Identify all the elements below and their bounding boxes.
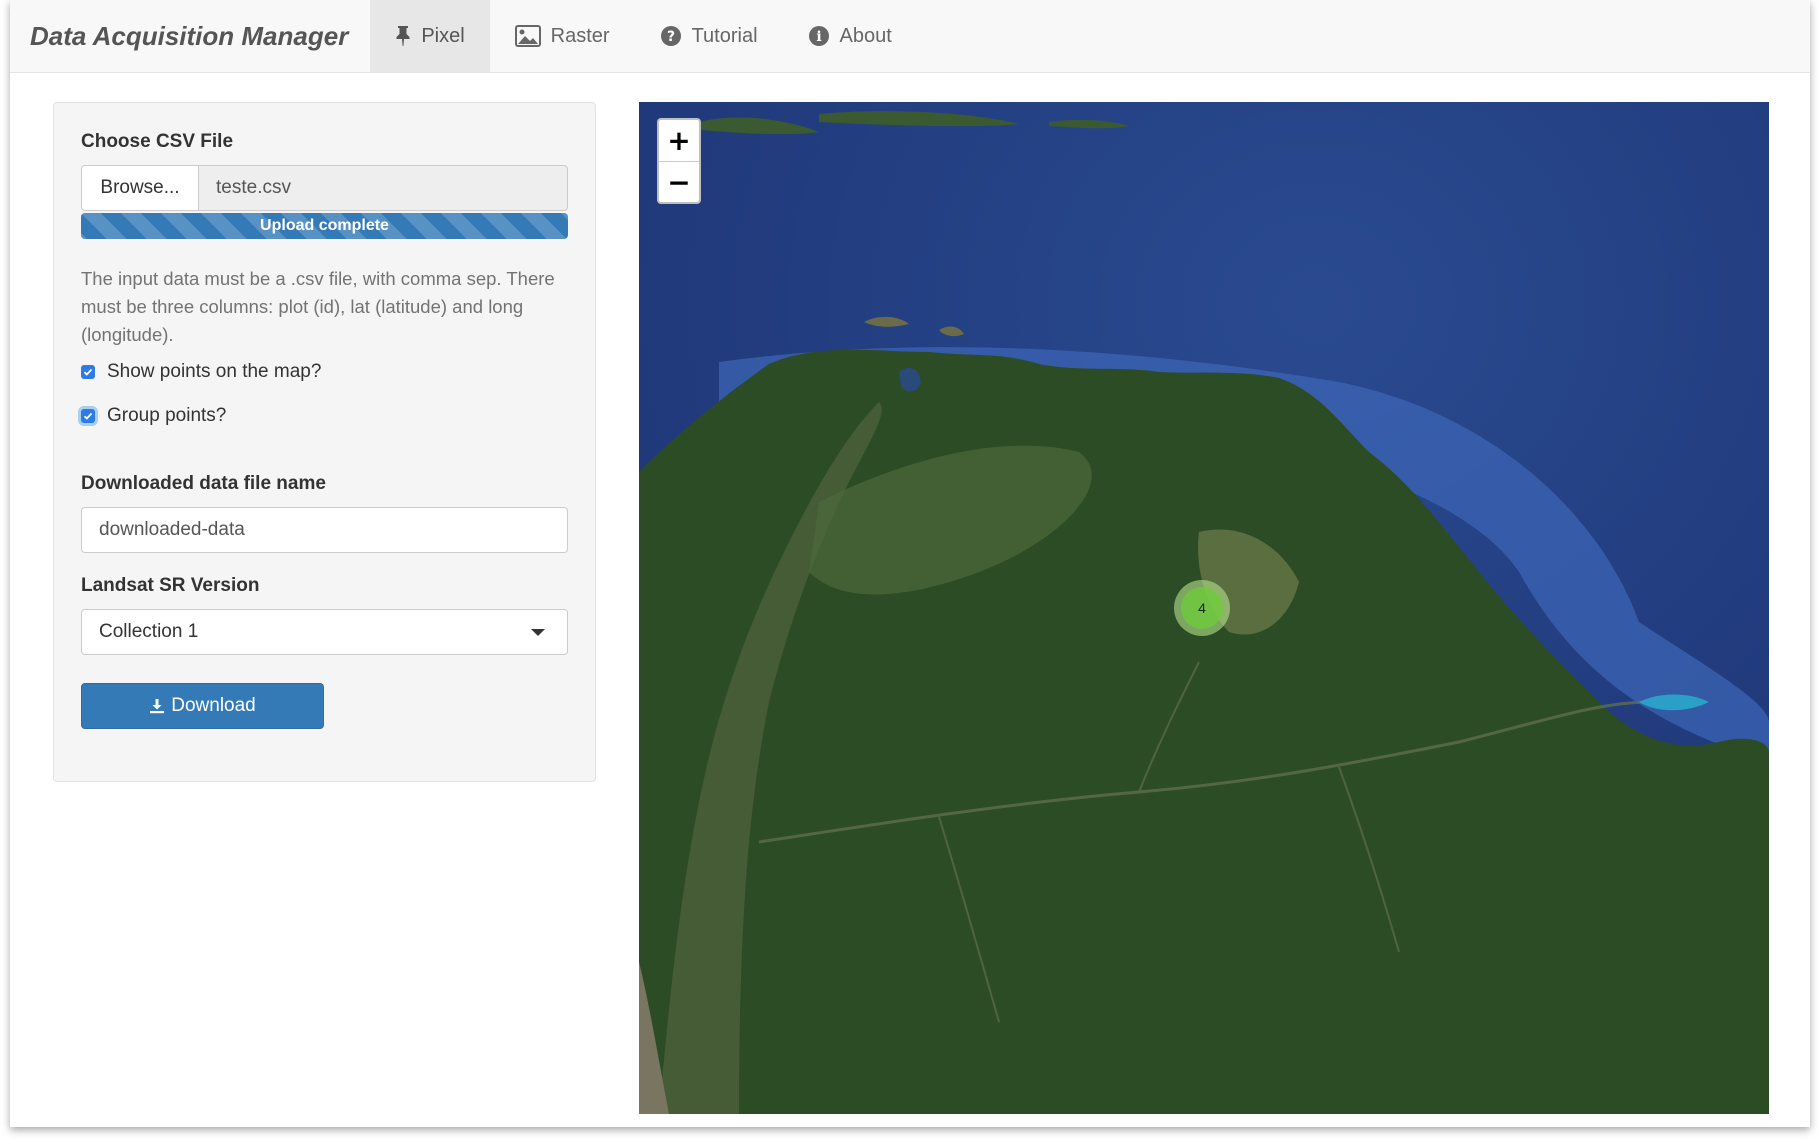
chevron-down-icon	[531, 628, 545, 636]
zoom-control: + −	[657, 118, 701, 204]
tab-tutorial-label: Tutorial	[691, 24, 758, 47]
tab-tutorial[interactable]: ? Tutorial	[635, 0, 783, 72]
sidebar-panel: Choose CSV File Browse... teste.csv Uplo…	[53, 102, 596, 782]
group-points-label: Group points?	[107, 405, 227, 426]
file-input-group: Browse... teste.csv	[81, 165, 568, 211]
group-points-row[interactable]: Group points?	[81, 405, 568, 427]
landsat-version-label: Landsat SR Version	[81, 575, 260, 596]
group-points-checkbox[interactable]	[81, 409, 95, 423]
upload-progress-text: Upload complete	[260, 217, 389, 234]
svg-text:i: i	[816, 29, 821, 45]
landsat-version-select[interactable]: Collection 1	[81, 609, 568, 655]
info-circle-icon: i	[808, 25, 830, 47]
svg-text:?: ?	[667, 29, 675, 45]
tab-about[interactable]: i About	[783, 0, 917, 72]
csv-file-label: Choose CSV File	[81, 131, 234, 152]
download-icon	[149, 698, 165, 714]
app-title: Data Acquisition Manager	[30, 20, 349, 51]
file-name-field[interactable]: teste.csv	[199, 165, 568, 211]
download-label: Download	[171, 695, 256, 716]
landsat-version-value: Collection 1	[99, 621, 199, 642]
image-icon	[514, 25, 541, 47]
map-view[interactable]: + − 4	[639, 102, 1769, 1114]
tab-about-label: About	[839, 24, 892, 47]
app-window: Data Acquisition Manager Pixel Raster ? …	[10, 0, 1810, 1127]
show-points-label: Show points on the map?	[107, 361, 322, 382]
browse-button[interactable]: Browse...	[81, 165, 199, 211]
show-points-row[interactable]: Show points on the map?	[81, 361, 568, 383]
filename-label: Downloaded data file name	[81, 473, 326, 494]
help-text: The input data must be a .csv file, with…	[81, 268, 555, 345]
download-button[interactable]: Download	[81, 683, 324, 729]
tab-raster-label: Raster	[550, 24, 610, 47]
zoom-in-button[interactable]: +	[659, 120, 699, 162]
question-circle-icon: ?	[660, 25, 682, 47]
upload-progress-bar: Upload complete	[81, 213, 568, 239]
tab-pixel-label: Pixel	[421, 24, 465, 47]
tab-raster[interactable]: Raster	[490, 0, 635, 72]
tab-pixel[interactable]: Pixel	[370, 0, 490, 72]
pin-icon	[395, 25, 411, 47]
filename-input[interactable]: downloaded-data	[81, 507, 568, 553]
cluster-count: 4	[1181, 587, 1223, 629]
map-cluster-marker[interactable]: 4	[1174, 580, 1230, 636]
navbar: Data Acquisition Manager Pixel Raster ? …	[10, 0, 1810, 73]
zoom-out-button[interactable]: −	[659, 162, 699, 202]
show-points-checkbox[interactable]	[81, 365, 95, 379]
